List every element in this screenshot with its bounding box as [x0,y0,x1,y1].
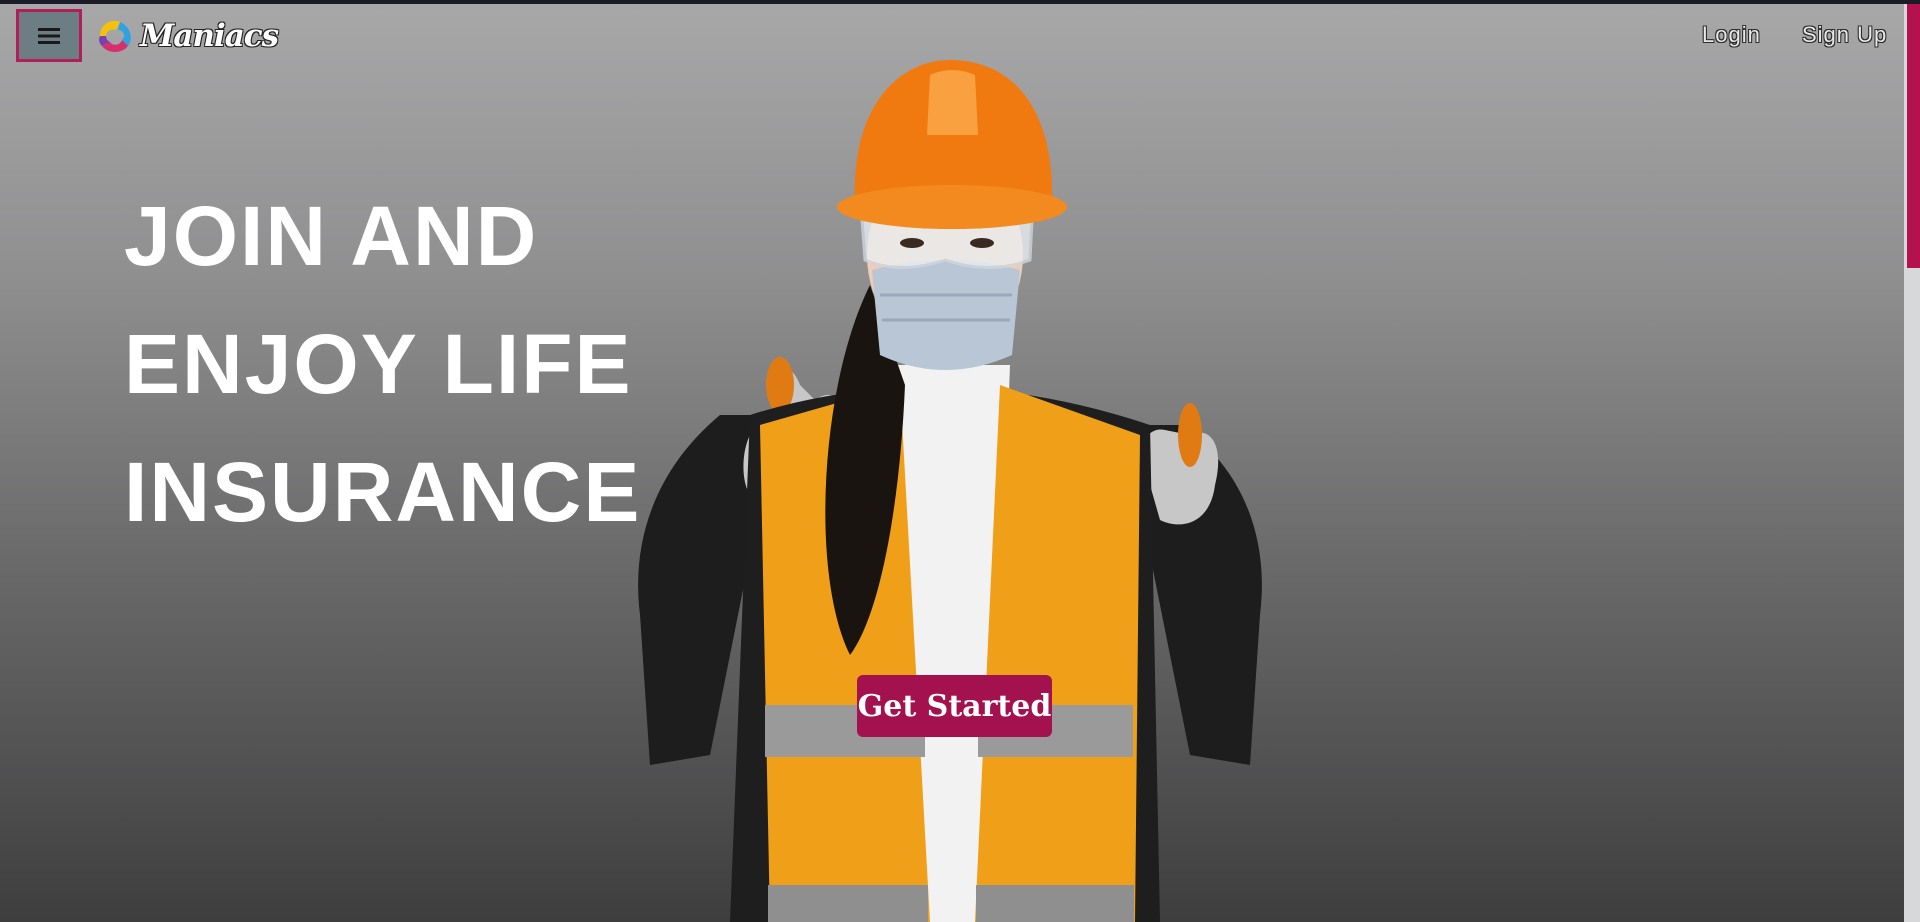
headline-line-3: INSURANCE [124,445,642,539]
site-logo[interactable]: Maniacs [94,12,279,60]
login-link[interactable]: Login [1702,22,1761,48]
headline-line-1: JOIN AND [124,189,539,283]
signup-link[interactable]: Sign Up [1802,22,1887,48]
hamburger-menu-icon [38,27,60,44]
page-scrollbar[interactable] [1904,0,1920,922]
logo-mark-icon [99,20,131,52]
logo-text: Maniacs [140,18,279,54]
headline-line-2: ENJOY LIFE [124,317,633,411]
site-header: Maniacs Login Sign Up [0,4,1904,66]
menu-button[interactable] [16,9,82,62]
hero-worker-image [638,60,1262,922]
hero-headline: JOIN AND ENJOY LIFE INSURANCE [124,172,684,556]
get-started-button[interactable]: Get Started [857,675,1052,737]
scrollbar-thumb[interactable] [1907,4,1920,268]
